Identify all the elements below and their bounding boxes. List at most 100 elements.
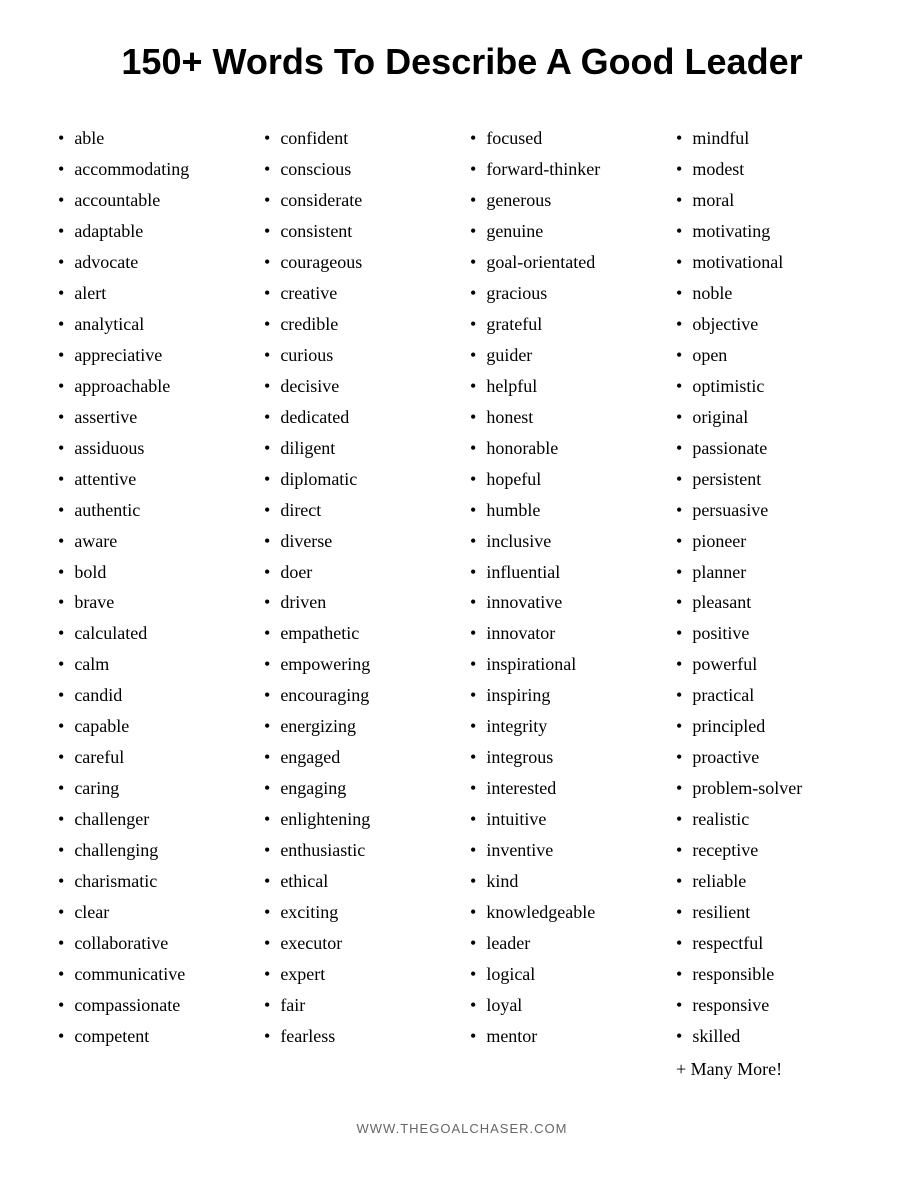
list-item: creative: [264, 278, 454, 309]
list-item: planner: [676, 557, 866, 588]
list-item: confident: [264, 123, 454, 154]
list-item: loyal: [470, 990, 660, 1021]
list-item: problem-solver: [676, 773, 866, 804]
list-item: calculated: [58, 618, 248, 649]
word-list-1: ableaccommodatingaccountableadaptableadv…: [58, 123, 248, 1052]
word-list-3: focusedforward-thinkergenerousgenuinegoa…: [470, 123, 660, 1052]
list-item: energizing: [264, 711, 454, 742]
list-item: persistent: [676, 464, 866, 495]
word-list-4: mindfulmodestmoralmotivatingmotivational…: [676, 123, 866, 1052]
footer-text: WWW.THEGOALCHASER.COM: [50, 1121, 874, 1136]
list-item: fair: [264, 990, 454, 1021]
list-item: driven: [264, 587, 454, 618]
list-item: original: [676, 402, 866, 433]
list-item: practical: [676, 680, 866, 711]
list-item: motivating: [676, 216, 866, 247]
column-3: focusedforward-thinkergenerousgenuinegoa…: [462, 123, 668, 1085]
list-item: influential: [470, 557, 660, 588]
list-item: respectful: [676, 928, 866, 959]
list-item: mindful: [676, 123, 866, 154]
list-item: communicative: [58, 959, 248, 990]
list-item: authentic: [58, 495, 248, 526]
list-item: alert: [58, 278, 248, 309]
list-item: intuitive: [470, 804, 660, 835]
list-item: careful: [58, 742, 248, 773]
list-item: proactive: [676, 742, 866, 773]
list-item: ethical: [264, 866, 454, 897]
list-item: considerate: [264, 185, 454, 216]
list-item: principled: [676, 711, 866, 742]
list-item: challenging: [58, 835, 248, 866]
list-item: responsible: [676, 959, 866, 990]
list-item: guider: [470, 340, 660, 371]
list-item: powerful: [676, 649, 866, 680]
list-item: inventive: [470, 835, 660, 866]
list-item: encouraging: [264, 680, 454, 711]
list-item: caring: [58, 773, 248, 804]
list-item: attentive: [58, 464, 248, 495]
list-item: exciting: [264, 897, 454, 928]
list-item: grateful: [470, 309, 660, 340]
list-item: doer: [264, 557, 454, 588]
list-item: enthusiastic: [264, 835, 454, 866]
list-item: adaptable: [58, 216, 248, 247]
list-item: responsive: [676, 990, 866, 1021]
list-item: focused: [470, 123, 660, 154]
page-title: 150+ Words To Describe A Good Leader: [50, 40, 874, 83]
list-item: calm: [58, 649, 248, 680]
list-item: assiduous: [58, 433, 248, 464]
list-item: pleasant: [676, 587, 866, 618]
list-item: decisive: [264, 371, 454, 402]
list-item: diverse: [264, 526, 454, 557]
list-item: collaborative: [58, 928, 248, 959]
list-item: leader: [470, 928, 660, 959]
list-item: mentor: [470, 1021, 660, 1052]
list-item: diplomatic: [264, 464, 454, 495]
list-item: receptive: [676, 835, 866, 866]
list-item: helpful: [470, 371, 660, 402]
list-item: open: [676, 340, 866, 371]
list-item: conscious: [264, 154, 454, 185]
list-item: realistic: [676, 804, 866, 835]
list-item: positive: [676, 618, 866, 649]
list-item: challenger: [58, 804, 248, 835]
list-item: clear: [58, 897, 248, 928]
columns-wrapper: ableaccommodatingaccountableadaptableadv…: [50, 123, 874, 1085]
list-item: direct: [264, 495, 454, 526]
list-item: genuine: [470, 216, 660, 247]
list-item: credible: [264, 309, 454, 340]
list-item: capable: [58, 711, 248, 742]
list-item: candid: [58, 680, 248, 711]
list-item: pioneer: [676, 526, 866, 557]
list-item: approachable: [58, 371, 248, 402]
list-item: expert: [264, 959, 454, 990]
list-item: honest: [470, 402, 660, 433]
list-item: innovative: [470, 587, 660, 618]
list-item: accommodating: [58, 154, 248, 185]
column-4: mindfulmodestmoralmotivatingmotivational…: [668, 123, 874, 1085]
list-item: compassionate: [58, 990, 248, 1021]
list-item: inspirational: [470, 649, 660, 680]
list-item: integrity: [470, 711, 660, 742]
list-item: curious: [264, 340, 454, 371]
list-item: resilient: [676, 897, 866, 928]
list-item: empowering: [264, 649, 454, 680]
list-item: advocate: [58, 247, 248, 278]
list-item: dedicated: [264, 402, 454, 433]
list-item: interested: [470, 773, 660, 804]
list-item: persuasive: [676, 495, 866, 526]
list-item: brave: [58, 587, 248, 618]
list-item: logical: [470, 959, 660, 990]
list-item: objective: [676, 309, 866, 340]
list-item: appreciative: [58, 340, 248, 371]
column-2: confidentconsciousconsiderateconsistentc…: [256, 123, 462, 1085]
list-item: bold: [58, 557, 248, 588]
list-item: innovator: [470, 618, 660, 649]
more-text: + Many More!: [676, 1054, 866, 1085]
list-item: executor: [264, 928, 454, 959]
list-item: inclusive: [470, 526, 660, 557]
list-item: optimistic: [676, 371, 866, 402]
list-item: courageous: [264, 247, 454, 278]
list-item: competent: [58, 1021, 248, 1052]
list-item: fearless: [264, 1021, 454, 1052]
